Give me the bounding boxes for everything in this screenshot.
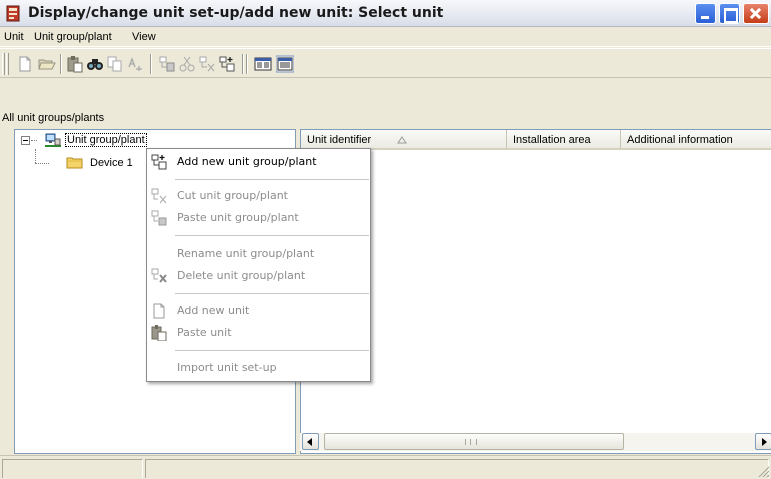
menu-item-import-unit-set-up[interactable]: Import unit set-up (147, 357, 370, 379)
network-plant-icon (45, 133, 61, 147)
paste-icon[interactable] (66, 55, 84, 73)
status-bar (0, 455, 771, 479)
tree-connector (31, 140, 37, 141)
toolbar-separator (150, 54, 152, 74)
menu-separator (175, 350, 369, 351)
copy-icon[interactable] (106, 55, 124, 73)
delete-unit-group-icon (151, 268, 167, 283)
paste-unit-group-icon[interactable] (158, 55, 176, 73)
column-header-unit-identifier[interactable]: Unit identifier (301, 130, 507, 150)
menu-item-label: Paste unit group/plant (177, 211, 299, 224)
toolbar-grip[interactable] (2, 53, 5, 75)
menu-bar: Unit Unit group/plant View (0, 28, 771, 47)
paste-unit-group-icon (151, 210, 167, 226)
cut-unit-group-icon[interactable] (198, 55, 216, 73)
find-icon[interactable] (86, 55, 104, 73)
scroll-right-button[interactable] (755, 433, 771, 450)
menu-item-cut-unit-group-plant[interactable]: Cut unit group/plant (147, 185, 370, 207)
list-view-icon[interactable] (276, 55, 294, 73)
menu-item-label: Cut unit group/plant (177, 189, 288, 202)
paste-unit-icon (151, 325, 167, 341)
toolbar-grip-2[interactable] (6, 53, 9, 75)
cut-icon[interactable] (178, 55, 196, 73)
tree-item-label: Device 1 (90, 157, 133, 169)
column-header-label: Unit identifier (307, 134, 372, 146)
add-unit-group-icon[interactable] (218, 55, 236, 73)
menu-separator (175, 179, 369, 180)
maximize-button[interactable] (719, 3, 740, 24)
menu-item-label: Import unit set-up (177, 361, 277, 374)
tree-item-label: Unit group/plant (65, 133, 147, 147)
scrollbar-thumb[interactable] (324, 433, 624, 450)
new-document-icon[interactable] (16, 55, 34, 73)
menu-item-add-new-unit[interactable]: Add new unit (147, 300, 370, 322)
context-menu: Add new unit group/plant Cut unit group/… (146, 148, 371, 382)
toolbar-separator (242, 54, 244, 74)
menu-item-label: Delete unit group/plant (177, 269, 306, 282)
sort-icon[interactable] (126, 55, 144, 73)
menu-item-rename-unit-group-plant[interactable]: Rename unit group/plant (147, 243, 370, 265)
toolbar-separator (60, 54, 62, 74)
right-panel-header (298, 108, 771, 128)
add-unit-group-icon (151, 154, 167, 170)
details-view-icon[interactable] (254, 55, 272, 73)
column-header-label: Additional information (627, 134, 733, 146)
menu-item-label: Rename unit group/plant (177, 247, 315, 260)
menu-item-label: Add new unit group/plant (177, 155, 317, 168)
left-panel-header: All unit groups/plants (0, 108, 296, 128)
scroll-left-button[interactable] (302, 433, 319, 450)
menu-item-label: Paste unit (177, 326, 232, 339)
menu-item-add-new-unit-group-plant[interactable]: Add new unit group/plant (147, 151, 370, 173)
horizontal-scrollbar[interactable] (300, 433, 771, 451)
column-header-additional-information[interactable]: Additional information (621, 130, 771, 150)
status-cell-2 (145, 459, 769, 478)
resize-grip[interactable] (757, 465, 769, 477)
menu-separator (175, 235, 369, 236)
menu-item-paste-unit[interactable]: Paste unit (147, 322, 370, 344)
menu-separator (175, 293, 369, 294)
main-window: Display/change unit set-up/add new unit:… (0, 0, 771, 479)
column-header-label: Installation area (513, 134, 591, 146)
menu-unit[interactable]: Unit (4, 31, 24, 43)
minimize-button[interactable] (695, 3, 716, 24)
column-header-installation-area[interactable]: Installation area (507, 130, 621, 150)
new-unit-icon (153, 303, 165, 319)
tree-item-unit-group-plant[interactable]: Unit group/plant (65, 133, 147, 147)
window-title: Display/change unit set-up/add new unit:… (28, 5, 444, 21)
tree-connector (35, 163, 49, 164)
sort-ascending-icon (397, 136, 407, 144)
app-icon (6, 5, 20, 22)
close-button[interactable] (743, 3, 769, 24)
menu-view[interactable]: View (132, 31, 156, 43)
status-cell-1 (2, 459, 143, 478)
menu-item-delete-unit-group-plant[interactable]: Delete unit group/plant (147, 265, 370, 287)
tree-collapse-toggle[interactable] (21, 136, 30, 145)
title-bar[interactable]: Display/change unit set-up/add new unit:… (0, 0, 771, 27)
toolbar (0, 48, 771, 78)
tree-item-device-1[interactable]: Device 1 (90, 157, 133, 169)
menu-item-label: Add new unit (177, 304, 250, 317)
toolbar-separator (246, 54, 248, 74)
folder-icon (66, 157, 83, 169)
menu-item-paste-unit-group-plant[interactable]: Paste unit group/plant (147, 207, 370, 229)
scrollbar-grip (465, 439, 477, 445)
open-folder-icon[interactable] (38, 55, 56, 73)
menu-unit-group-plant[interactable]: Unit group/plant (34, 31, 112, 43)
cut-unit-group-icon (151, 188, 167, 204)
tree-connector (35, 149, 36, 163)
